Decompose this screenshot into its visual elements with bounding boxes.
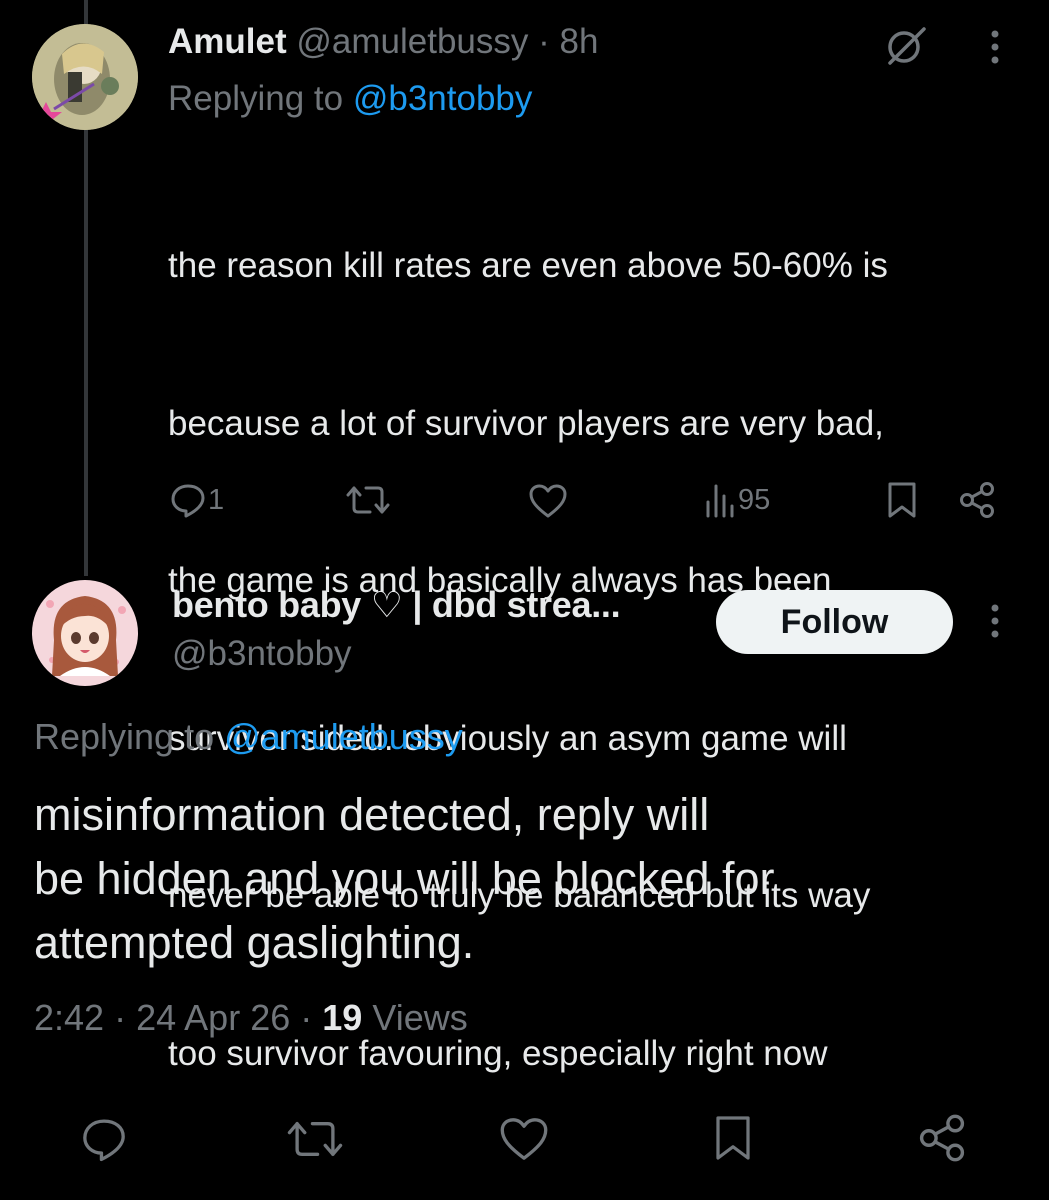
share-icon: [958, 481, 996, 519]
more-icon[interactable]: [978, 598, 1012, 644]
separator: ·: [114, 997, 127, 1038]
tweet-text: misinformation detected, reply will be h…: [34, 783, 894, 975]
reply-count: 1: [208, 483, 225, 516]
avatar[interactable]: [32, 580, 138, 686]
reply-button[interactable]: 1: [170, 480, 224, 520]
like-button[interactable]: [496, 1116, 552, 1166]
mention-link[interactable]: @amuletbussy: [224, 716, 463, 757]
views-count: 19: [322, 997, 363, 1038]
bookmark-button[interactable]: [708, 1112, 758, 1168]
replying-to-line: Replying to @b3ntobby: [168, 77, 532, 121]
tweet-meta: 2:42 · 24 Apr 26 · 19 Views: [34, 995, 468, 1041]
reply-tweet-header: Amulet @amuletbussy · 8h: [168, 20, 598, 64]
display-name[interactable]: bento baby ♡ | dbd strea...: [172, 582, 621, 628]
share-button[interactable]: [958, 480, 996, 520]
mention-link[interactable]: @b3ntobby: [353, 79, 533, 118]
handle[interactable]: @amuletbussy: [296, 22, 528, 61]
retweet-button[interactable]: [346, 480, 390, 520]
tweet-text-line: the reason kill rates are even above 50-…: [168, 246, 888, 285]
tweet-time[interactable]: 2:42: [34, 997, 104, 1038]
separator: ·: [300, 997, 313, 1038]
avatar[interactable]: [32, 24, 138, 130]
views-label: Views: [372, 997, 468, 1038]
timestamp[interactable]: 8h: [560, 22, 599, 61]
handle[interactable]: @b3ntobby: [172, 632, 352, 676]
retweet-icon: [346, 482, 390, 518]
like-button[interactable]: [528, 481, 568, 521]
share-icon: [917, 1113, 967, 1168]
tweet-text-line: because a lot of survivor players are ve…: [168, 403, 884, 443]
share-button[interactable]: [914, 1112, 970, 1168]
bookmark-icon: [886, 481, 918, 519]
views-button[interactable]: 95: [704, 480, 770, 520]
more-icon[interactable]: [978, 24, 1012, 70]
views-icon: [704, 482, 736, 518]
follow-button[interactable]: Follow: [716, 590, 953, 654]
replying-prefix: Replying to: [34, 716, 215, 757]
grok-icon[interactable]: [880, 22, 932, 68]
like-icon: [498, 1116, 550, 1167]
reply-button[interactable]: [76, 1116, 132, 1166]
tweet-text-line: attempted gaslighting.: [34, 917, 475, 968]
tweet-text-line: be hidden and you will be blocked for: [34, 853, 775, 904]
views-count: 95: [738, 483, 771, 516]
reply-icon: [81, 1116, 127, 1167]
tweet-text-line: misinformation detected, reply will: [34, 789, 710, 840]
replying-prefix: Replying to: [168, 79, 344, 118]
retweet-icon: [286, 1116, 344, 1167]
replying-to-line: Replying to @amuletbussy: [34, 714, 463, 760]
reply-icon: [170, 482, 206, 518]
display-name[interactable]: Amulet: [168, 22, 287, 61]
like-icon: [528, 483, 568, 519]
bookmark-button[interactable]: [886, 480, 918, 520]
retweet-button[interactable]: [284, 1116, 346, 1166]
bookmark-icon: [713, 1113, 753, 1168]
tweet-date[interactable]: 24 Apr 26: [136, 997, 290, 1038]
separator: ·: [538, 22, 550, 61]
